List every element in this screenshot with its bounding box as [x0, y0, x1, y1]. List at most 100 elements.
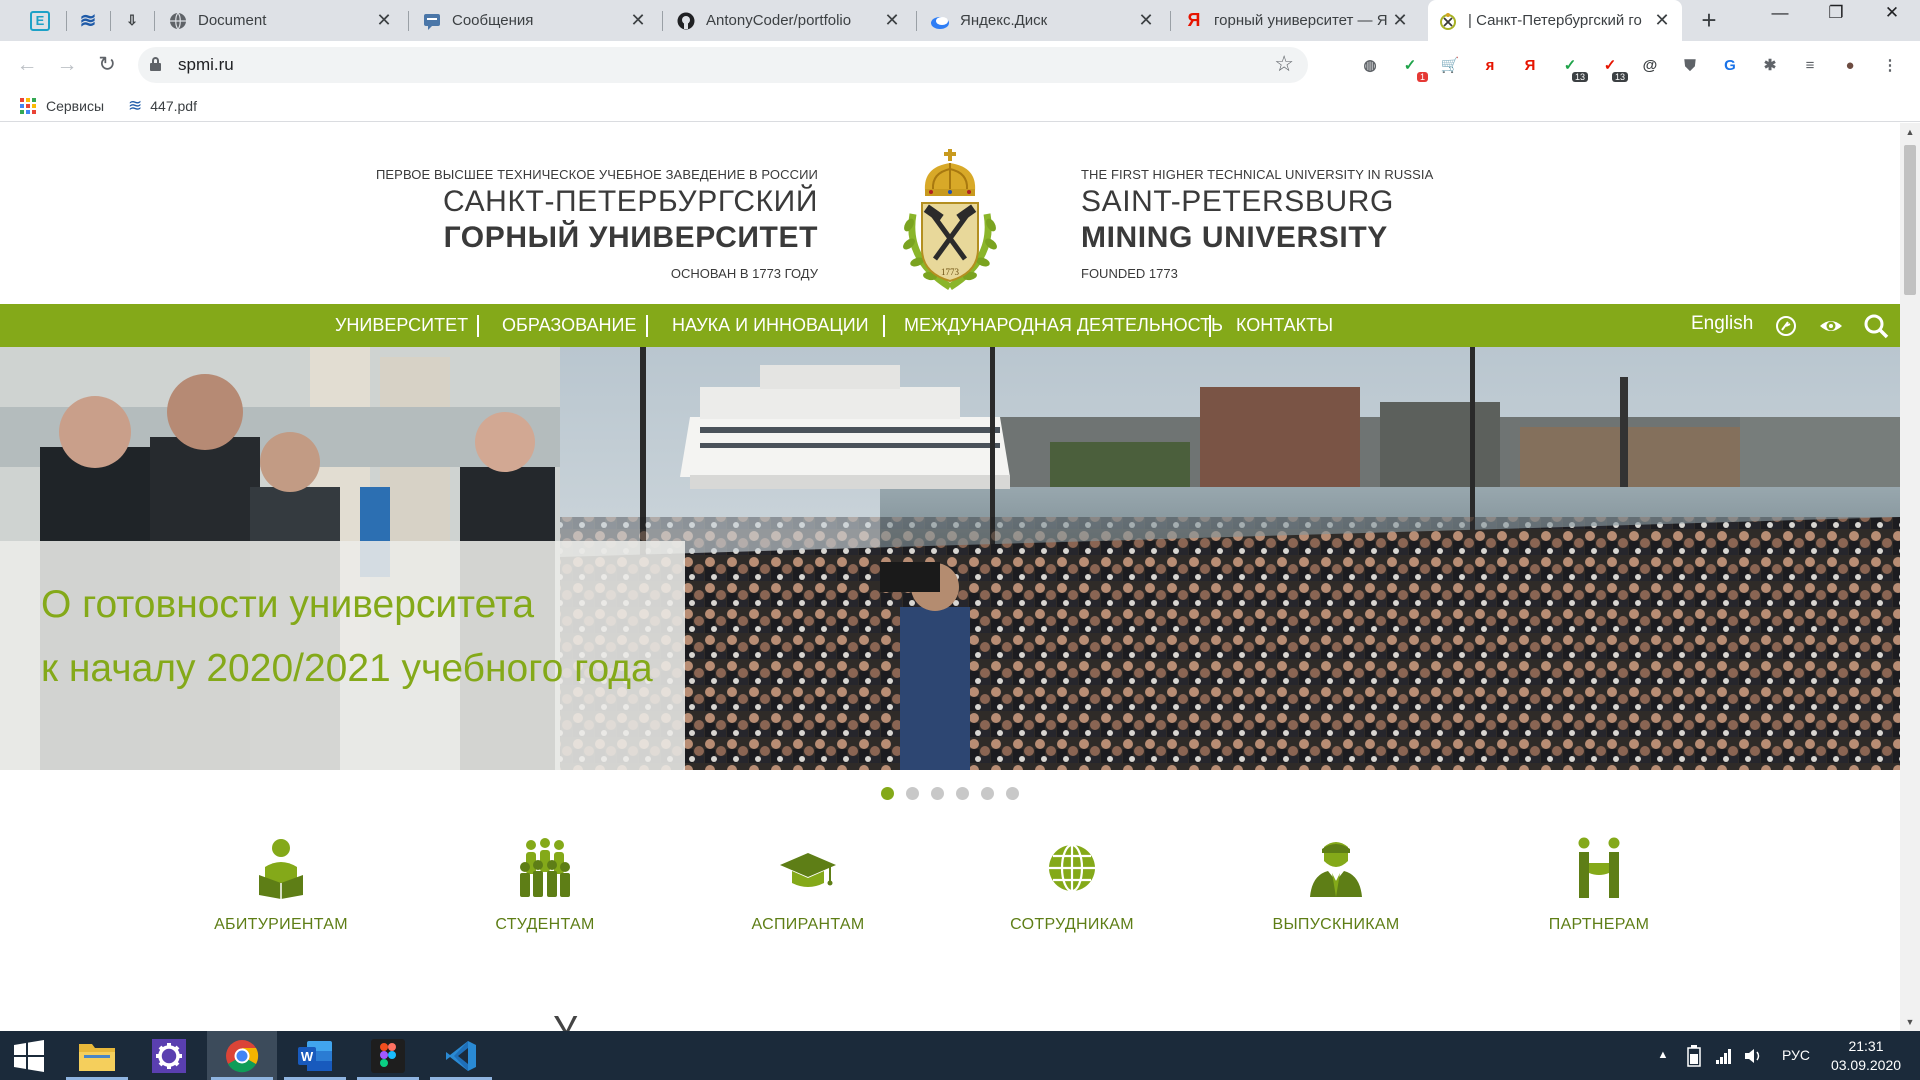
tray-expand-icon[interactable]: ▲ [1652, 1031, 1674, 1080]
cart-icon[interactable]: 🛒 [1438, 53, 1462, 77]
slider-dot[interactable] [956, 787, 969, 800]
ru-name-line1[interactable]: САНКТ-ПЕТЕРБУРГСКИЙ [443, 185, 818, 219]
search-icon[interactable] [1863, 313, 1889, 339]
menu-icon[interactable]: ⋮ [1878, 53, 1902, 77]
en-name-line2[interactable]: MINING UNIVERSITY [1081, 221, 1388, 255]
tab-pinned-1[interactable]: E [20, 0, 62, 41]
taskbar-vscode[interactable] [426, 1031, 496, 1080]
svg-text:W: W [301, 1049, 314, 1064]
bookmark-star-icon[interactable]: ☆ [1274, 51, 1294, 77]
audience-partners[interactable]: ПАРТНЕРАМ [1499, 837, 1699, 947]
yandex-icon: Я [1187, 10, 1201, 30]
hero-slider[interactable]: О готовности университета к началу 2020/… [0, 347, 1900, 770]
lock-icon[interactable] [150, 57, 161, 71]
forward-button[interactable]: → [51, 49, 83, 81]
eye-icon[interactable] [1818, 313, 1844, 339]
close-window-button[interactable]: ✕ [1864, 0, 1920, 30]
taskbar-word[interactable]: W [280, 1031, 350, 1080]
input-language[interactable]: РУС [1776, 1031, 1816, 1080]
message-icon[interactable]: ✓ 13 [1558, 53, 1588, 82]
close-icon[interactable]: ✕ [1390, 10, 1410, 31]
scrollbar-thumb[interactable] [1904, 145, 1916, 295]
audience-label: ПАРТНЕРАМ [1548, 916, 1650, 933]
audience-postgraduates[interactable]: АСПИРАНТАМ [708, 837, 908, 947]
tab-document[interactable]: Document ✕ [158, 0, 404, 41]
slider-dot[interactable] [906, 787, 919, 800]
tab-github[interactable]: AntonyCoder/portfolio ✕ [666, 0, 912, 41]
minimize-button[interactable]: — [1752, 0, 1808, 30]
accessibility-icon[interactable] [1773, 313, 1799, 339]
en-name-line1[interactable]: SAINT-PETERSBURG [1081, 185, 1394, 219]
tab-spmi[interactable]: | Санкт-Петербургский го ✕ [1428, 0, 1682, 41]
back-button[interactable]: ← [11, 49, 43, 81]
close-icon[interactable]: ✕ [882, 10, 902, 31]
restore-button[interactable]: ❐ [1808, 0, 1864, 30]
yandex-browser-icon[interactable]: Я [1518, 53, 1542, 77]
check-icon[interactable]: ✓ 1 [1398, 53, 1428, 82]
at-icon[interactable]: @ [1638, 53, 1662, 77]
close-icon[interactable]: ✕ [628, 10, 648, 31]
tab-yandex-search[interactable]: Я горный университет — Я ✕ [1174, 0, 1420, 41]
slider-dot[interactable] [1006, 787, 1019, 800]
bookmark-pdf[interactable]: ≋ 447.pdf [128, 95, 197, 117]
playlist-icon[interactable]: ≡ [1798, 53, 1822, 77]
tab-pinned-2[interactable]: ≋ [68, 0, 110, 41]
new-tab-button[interactable]: + [1695, 0, 1723, 41]
menu-item-science[interactable]: НАУКА И ИННОВАЦИИ [672, 304, 869, 347]
start-button[interactable] [0, 1031, 58, 1080]
vscode-icon [446, 1040, 476, 1071]
taskbar-figma[interactable] [353, 1031, 423, 1080]
graduation-cap-icon [780, 853, 836, 887]
taskbar-explorer[interactable] [62, 1031, 132, 1080]
menu-item-international[interactable]: МЕЖДУНАРОДНАЯ ДЕЯТЕЛЬНОСТЬ [904, 304, 1223, 347]
menu-item-contacts[interactable]: КОНТАКТЫ [1236, 304, 1333, 347]
globe-icon[interactable]: ◍ [1358, 53, 1382, 77]
cloud-disk-icon [930, 11, 950, 31]
url-input[interactable] [178, 51, 1258, 79]
scroll-down-icon[interactable]: ▼ [1900, 1017, 1920, 1027]
audience-staff[interactable]: СОТРУДНИКАМ [972, 837, 1172, 947]
message-icon [422, 11, 442, 31]
taskbar-settings[interactable] [134, 1031, 204, 1080]
opera-icon[interactable]: ✓ 13 [1598, 53, 1628, 82]
close-icon[interactable]: ✕ [374, 10, 394, 31]
slider-dot[interactable] [881, 787, 894, 800]
audience-alumni[interactable]: ВЫПУСКНИКАМ [1236, 837, 1436, 947]
taskbar-chrome[interactable] [207, 1031, 277, 1080]
university-emblem-icon[interactable]: 1773 [895, 149, 1005, 293]
menu-item-education[interactable]: ОБРАЗОВАНИЕ [502, 304, 636, 347]
network-icon[interactable] [1712, 1031, 1736, 1080]
scroll-up-icon[interactable]: ▲ [1900, 127, 1920, 137]
slider-dot[interactable] [931, 787, 944, 800]
hero-caption[interactable]: О готовности университета к началу 2020/… [0, 541, 685, 770]
volume-icon[interactable] [1742, 1031, 1766, 1080]
menu-item-university[interactable]: УНИВЕРСИТЕТ [335, 304, 468, 347]
emblem-year: 1773 [941, 267, 960, 277]
bookmarks-bar: Сервисы ≋ 447.pdf [0, 89, 1920, 122]
tab-messages[interactable]: Сообщения ✕ [412, 0, 658, 41]
language-switch-link[interactable]: English [1691, 304, 1753, 347]
address-bar[interactable]: ☆ [138, 47, 1308, 83]
bookmark-apps[interactable]: Сервисы [20, 95, 104, 117]
page-scrollbar[interactable]: ▲ ▼ [1900, 123, 1920, 1031]
close-icon[interactable]: ✕ [1136, 10, 1156, 31]
hero-caption-line2[interactable]: к началу 2020/2021 учебного года [41, 647, 653, 691]
extension-badge: 13 [1611, 72, 1628, 82]
slider-dot[interactable] [981, 787, 994, 800]
slider-dots [0, 787, 1900, 801]
close-icon[interactable]: ✕ [1652, 10, 1672, 31]
tab-pinned-3[interactable]: ⇩ [112, 0, 154, 41]
ru-name-line2[interactable]: ГОРНЫЙ УНИВЕРСИТЕТ [444, 221, 818, 255]
audience-students[interactable]: СТУДЕНТАМ [445, 837, 645, 947]
clock[interactable]: 21:31 03.09.2020 [1820, 1031, 1912, 1080]
translate-icon[interactable]: G [1718, 53, 1742, 77]
yandex-icon[interactable]: я [1478, 53, 1502, 77]
tab-yandex-disk[interactable]: Яндекс.Диск ✕ [920, 0, 1166, 41]
hero-caption-line1[interactable]: О готовности университета [41, 583, 534, 627]
avatar-icon[interactable]: ● [1838, 53, 1862, 77]
reload-button[interactable]: ↻ [91, 49, 123, 81]
audience-applicants[interactable]: АБИТУРИЕНТАМ [181, 837, 381, 947]
shield-icon[interactable]: ⛊ [1678, 53, 1702, 77]
battery-icon[interactable] [1682, 1031, 1706, 1080]
puzzle-icon[interactable]: ✱ [1758, 53, 1782, 77]
